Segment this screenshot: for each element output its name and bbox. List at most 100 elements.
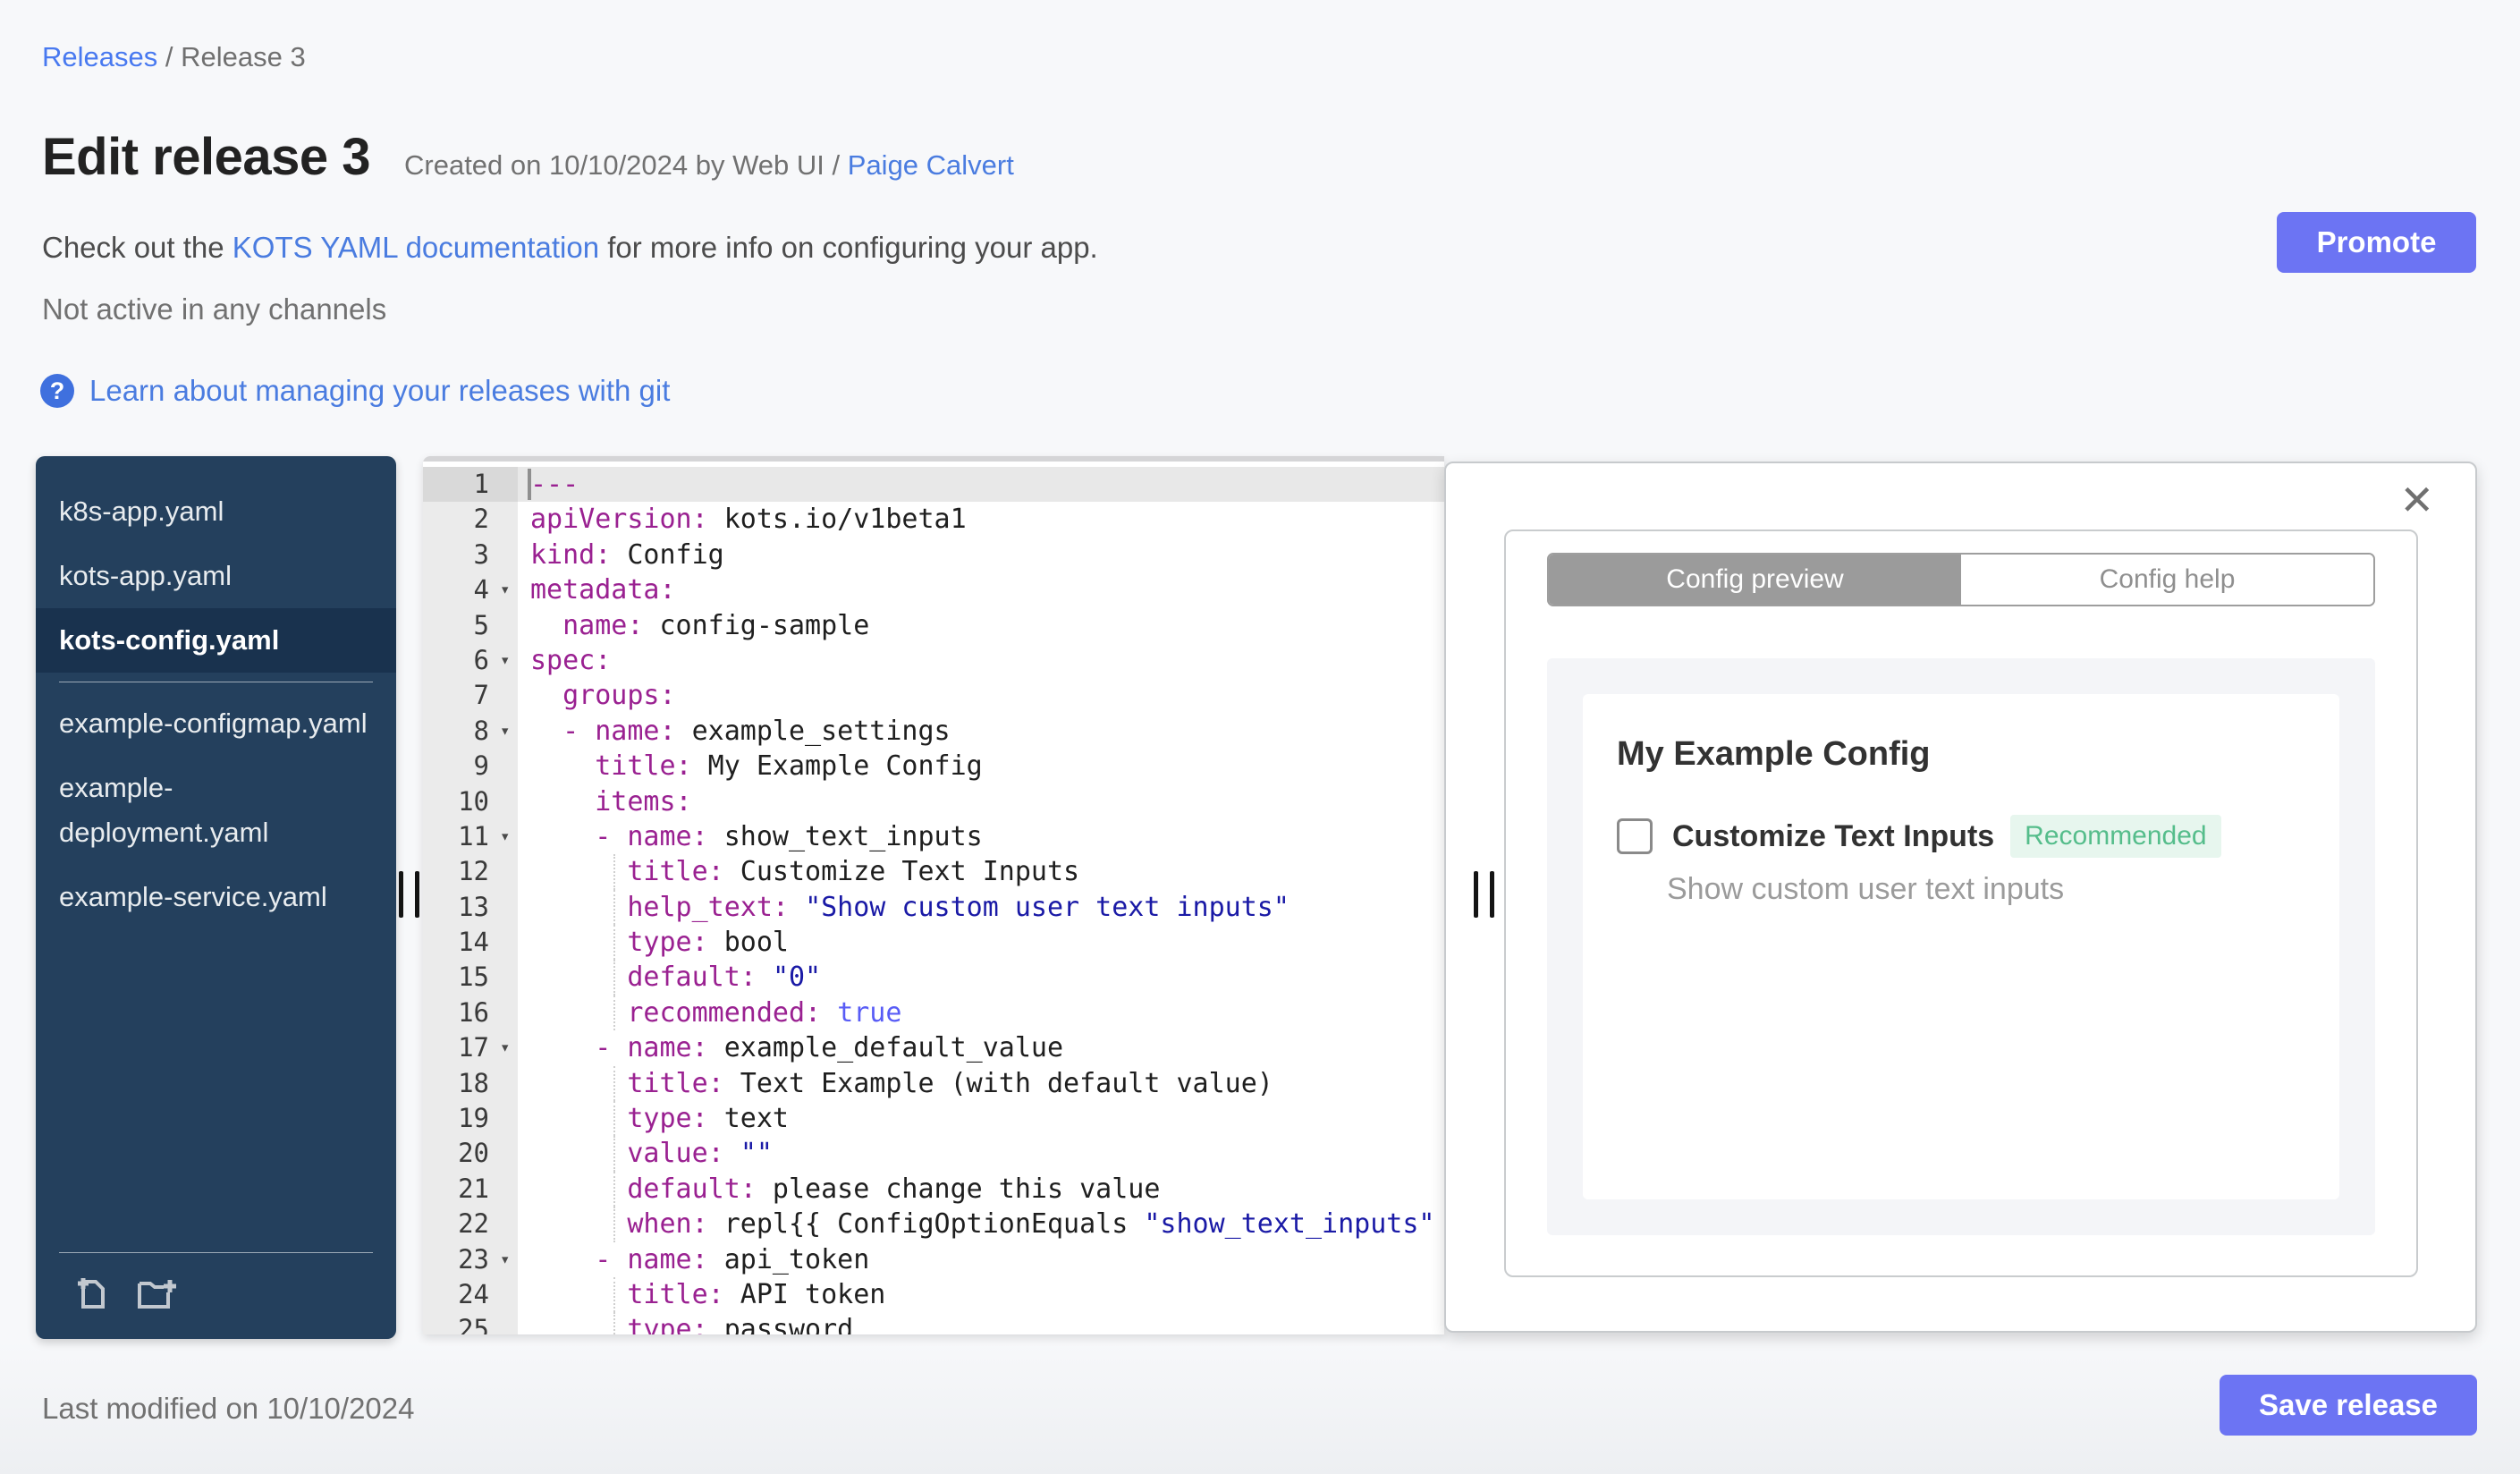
line-number: 11: [423, 818, 498, 855]
editor-line-6[interactable]: 6 ▾ spec:: [423, 642, 1444, 679]
git-releases-link[interactable]: Learn about managing your releases with …: [89, 374, 670, 408]
code-text[interactable]: items:: [518, 784, 1444, 819]
kots-yaml-docs-link[interactable]: KOTS YAML documentation: [233, 231, 599, 264]
code-text[interactable]: title: Text Example (with default value): [518, 1065, 1444, 1102]
fold-toggle-icon[interactable]: ▾: [500, 572, 510, 607]
close-icon[interactable]: ✕: [2399, 479, 2434, 521]
tab-config-preview[interactable]: Config preview: [1549, 555, 1961, 605]
editor-line-9[interactable]: 9 title: My Example Config: [423, 749, 1444, 784]
file-item-example-configmap.yaml[interactable]: example-configmap.yaml: [36, 691, 396, 756]
editor-line-20[interactable]: 20 value: "": [423, 1136, 1444, 1173]
editor-line-21[interactable]: 21 default: please change this value: [423, 1171, 1444, 1207]
config-render-area: My Example Config Customize Text Inputs …: [1547, 658, 2375, 1235]
code-text[interactable]: apiVersion: kots.io/v1beta1: [518, 502, 1444, 537]
editor-line-10[interactable]: 10 items:: [423, 784, 1444, 819]
code-text[interactable]: metadata:: [518, 572, 1444, 607]
fold-toggle-icon[interactable]: ▾: [500, 643, 510, 678]
line-number: 2: [423, 502, 498, 538]
breadcrumb-separator: /: [157, 41, 182, 72]
editor-line-7[interactable]: 7 groups:: [423, 678, 1444, 714]
code-text[interactable]: value: "": [518, 1136, 1444, 1173]
customize-text-inputs-checkbox[interactable]: [1617, 818, 1653, 854]
editor-line-24[interactable]: 24 title: API token: [423, 1276, 1444, 1313]
help-question-icon[interactable]: ?: [40, 374, 74, 408]
code-text[interactable]: groups:: [518, 678, 1444, 713]
editor-line-18[interactable]: 18 title: Text Example (with default val…: [423, 1065, 1444, 1102]
new-file-icon[interactable]: [72, 1273, 113, 1314]
code-text[interactable]: type: bool: [518, 925, 1444, 961]
editor-line-14[interactable]: 14 type: bool: [423, 925, 1444, 961]
created-by-link[interactable]: Paige Calvert: [848, 149, 1014, 181]
line-number: 4: [423, 572, 498, 608]
code-text[interactable]: type: text: [518, 1101, 1444, 1137]
editor-line-13[interactable]: 13 help_text: "Show custom user text inp…: [423, 889, 1444, 926]
editor-line-5[interactable]: 5 name: config-sample: [423, 607, 1444, 643]
editor-line-17[interactable]: 17 ▾ - name: example_default_value: [423, 1030, 1444, 1066]
breadcrumb: Releases / Release 3: [42, 41, 306, 73]
resize-handle-right[interactable]: [1474, 871, 1494, 918]
editor-line-15[interactable]: 15 default: "0": [423, 960, 1444, 996]
code-text[interactable]: ---: [518, 467, 1444, 503]
fold-column: [498, 1136, 518, 1172]
docs-prefix: Check out the: [42, 231, 233, 264]
line-number: 23: [423, 1241, 498, 1277]
yaml-editor[interactable]: 1 --- 2 apiVersion: kots.io/v1beta1 3 kind: C…: [423, 456, 1444, 1334]
code-text[interactable]: - name: show_text_inputs: [518, 819, 1444, 854]
file-item-example-deployment.yaml[interactable]: example-deployment.yaml: [36, 756, 396, 865]
code-text[interactable]: type: password: [518, 1312, 1444, 1334]
code-text[interactable]: default: "0": [518, 960, 1444, 996]
code-text[interactable]: when: repl{{ ConfigOptionEquals "show_te…: [518, 1207, 1444, 1242]
code-text[interactable]: help_text: "Show custom user text inputs…: [518, 889, 1444, 926]
code-text[interactable]: recommended: true: [518, 995, 1444, 1031]
file-item-example-service.yaml[interactable]: example-service.yaml: [36, 865, 396, 929]
line-number: 3: [423, 537, 498, 573]
config-item-row: Customize Text Inputs Recommended: [1617, 815, 2305, 858]
line-number: 24: [423, 1276, 498, 1313]
fold-toggle-icon[interactable]: ▾: [500, 714, 510, 749]
editor-line-25[interactable]: 25 type: password: [423, 1312, 1444, 1334]
docs-line: Check out the KOTS YAML documentation fo…: [42, 231, 1098, 265]
save-release-button[interactable]: Save release: [2220, 1375, 2477, 1436]
new-folder-icon[interactable]: [134, 1273, 179, 1314]
code-text[interactable]: default: please change this value: [518, 1171, 1444, 1207]
editor-line-4[interactable]: 4 ▾ metadata:: [423, 572, 1444, 608]
title-row: Edit release 3 Created on 10/10/2024 by …: [42, 127, 1014, 187]
line-number: 10: [423, 784, 498, 819]
fold-column: ▾: [498, 572, 518, 608]
line-number: 20: [423, 1136, 498, 1172]
editor-line-11[interactable]: 11 ▾ - name: show_text_inputs: [423, 818, 1444, 855]
fold-toggle-icon[interactable]: ▾: [500, 819, 510, 854]
editor-line-3[interactable]: 3 kind: Config: [423, 537, 1444, 573]
code-text[interactable]: - name: example_default_value: [518, 1030, 1444, 1065]
preview-tabs: Config preview Config help: [1547, 553, 2375, 606]
editor-line-12[interactable]: 12 title: Customize Text Inputs: [423, 854, 1444, 891]
file-sidebar: k8s-app.yaml kots-app.yaml kots-config.yam…: [36, 456, 396, 1339]
tab-config-help[interactable]: Config help: [1961, 555, 2373, 605]
line-number: 1: [423, 467, 498, 503]
file-item-kots-config.yaml[interactable]: kots-config.yaml: [36, 608, 396, 673]
fold-toggle-icon[interactable]: ▾: [500, 1030, 510, 1065]
file-item-k8s-app.yaml[interactable]: k8s-app.yaml: [36, 479, 396, 544]
editor-line-16[interactable]: 16 recommended: true: [423, 995, 1444, 1031]
editor-line-22[interactable]: 22 when: repl{{ ConfigOptionEquals "show…: [423, 1207, 1444, 1242]
code-text[interactable]: spec:: [518, 643, 1444, 678]
editor-line-8[interactable]: 8 ▾ - name: example_settings: [423, 713, 1444, 750]
breadcrumb-releases-link[interactable]: Releases: [42, 41, 157, 72]
code-text[interactable]: title: My Example Config: [518, 749, 1444, 784]
code-text[interactable]: - name: api_token: [518, 1242, 1444, 1277]
editor-line-1[interactable]: 1 ---: [423, 467, 1444, 503]
resize-handle-left[interactable]: [399, 871, 419, 918]
code-text[interactable]: title: Customize Text Inputs: [518, 854, 1444, 891]
code-text[interactable]: kind: Config: [518, 538, 1444, 572]
fold-toggle-icon[interactable]: ▾: [500, 1242, 510, 1277]
editor-line-19[interactable]: 19 type: text: [423, 1101, 1444, 1137]
code-text[interactable]: - name: example_settings: [518, 714, 1444, 749]
code-text[interactable]: name: config-sample: [518, 608, 1444, 643]
fold-column: [498, 889, 518, 926]
file-item-kots-app.yaml[interactable]: kots-app.yaml: [36, 544, 396, 608]
fold-column: [498, 607, 518, 643]
editor-line-2[interactable]: 2 apiVersion: kots.io/v1beta1: [423, 502, 1444, 538]
code-text[interactable]: title: API token: [518, 1276, 1444, 1313]
editor-line-23[interactable]: 23 ▾ - name: api_token: [423, 1241, 1444, 1277]
promote-button[interactable]: Promote: [2277, 212, 2476, 273]
